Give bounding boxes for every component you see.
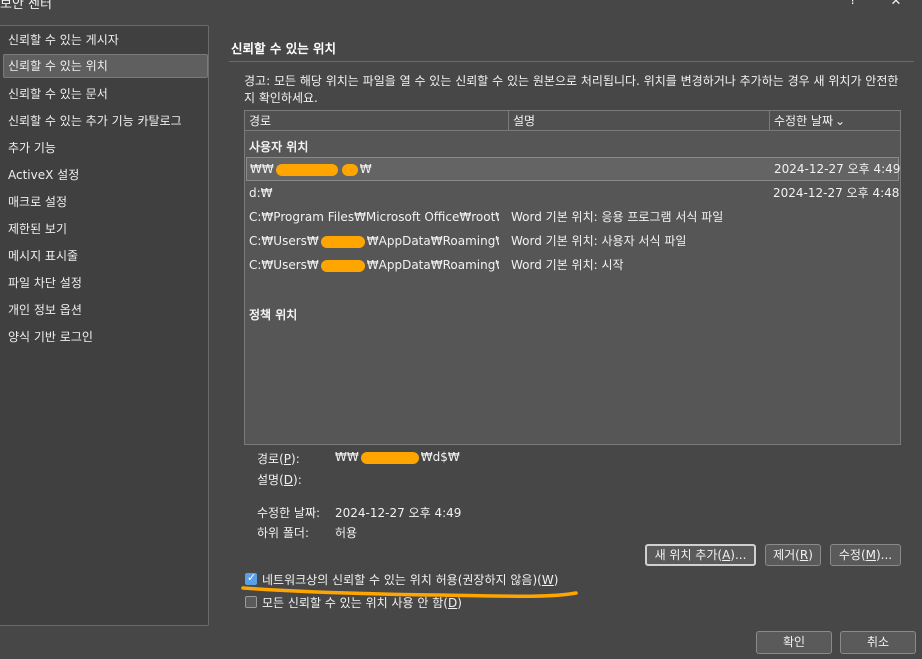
- cancel-button[interactable]: 취소: [840, 631, 916, 654]
- divider: [229, 61, 914, 62]
- row-modified: 2024-12-27 오후 4:48: [773, 186, 899, 200]
- disable-all-locations-label[interactable]: 모든 신뢰할 수 있는 위치 사용 안 함(D): [262, 594, 462, 611]
- row-path: C:₩Users₩₩AppData₩Roaming₩Micr: [249, 258, 499, 272]
- sort-chevron-icon: ⌄: [835, 114, 846, 128]
- column-header-modified[interactable]: 수정한 날짜 ⌄: [770, 111, 900, 131]
- table-row[interactable]: ₩₩ ₩ 2024-12-27 오후 4:49: [246, 157, 900, 181]
- sidebar-item-message-bar[interactable]: 메시지 표시줄: [3, 244, 208, 268]
- row-path: d:₩: [249, 186, 273, 200]
- sidebar-item-trusted-addin-catalogs[interactable]: 신뢰할 수 있는 추가 기능 카탈로그: [3, 109, 208, 133]
- ok-button[interactable]: 확인: [756, 631, 832, 654]
- add-new-location-button[interactable]: 새 위치 추가(A)...: [645, 544, 756, 566]
- close-icon[interactable]: ✕: [886, 0, 906, 9]
- title-bar: 보안 센터 ? ✕: [0, 0, 922, 12]
- modify-button[interactable]: 수정(M)...: [830, 544, 901, 566]
- redaction-mark: [320, 235, 365, 248]
- table-row[interactable]: C:₩Program Files₩Microsoft Office₩root₩T…: [246, 205, 899, 229]
- trusted-locations-list[interactable]: 경로 설명 수정한 날짜 ⌄ 사용자 위치 ₩₩ ₩ 2024-12-27 오후 4…: [244, 110, 901, 445]
- sidebar-item-privacy[interactable]: 개인 정보 옵션: [3, 298, 208, 322]
- sidebar-item-trusted-locations[interactable]: 신뢰할 수 있는 위치: [3, 54, 208, 78]
- column-header-description[interactable]: 설명: [509, 111, 770, 131]
- disable-all-locations-checkbox[interactable]: [245, 596, 257, 608]
- redaction-mark: [320, 259, 365, 272]
- row-modified: 2024-12-27 오후 4:49: [774, 162, 900, 176]
- redaction-mark: [341, 163, 358, 176]
- table-row[interactable]: C:₩Users₩₩AppData₩Roaming₩Micr Word 기본 위…: [246, 253, 899, 277]
- sidebar-item-protected-view[interactable]: 제한된 보기: [3, 217, 208, 241]
- sidebar: 신뢰할 수 있는 게시자 신뢰할 수 있는 위치 신뢰할 수 있는 문서 신뢰할…: [0, 25, 209, 626]
- group-header-policy-locations: 정책 위치: [249, 308, 298, 322]
- modified-value: 2024-12-27 오후 4:49: [335, 506, 462, 520]
- window-title: 보안 센터: [0, 0, 52, 12]
- group-header-user-locations: 사용자 위치: [249, 140, 309, 154]
- help-icon[interactable]: ?: [846, 0, 860, 8]
- warning-text: 경고: 모든 해당 위치는 파일을 열 수 있는 신뢰할 수 있는 원본으로 처…: [244, 74, 899, 105]
- table-row[interactable]: C:₩Users₩₩AppData₩Roaming₩Micr Word 기본 위…: [246, 229, 899, 253]
- subfolders-value: 허용: [335, 526, 358, 540]
- sidebar-item-addins[interactable]: 추가 기능: [3, 136, 208, 160]
- row-description: Word 기본 위치: 응용 프로그램 서식 파일: [511, 210, 724, 224]
- row-path: C:₩Users₩₩AppData₩Roaming₩Micr: [249, 234, 499, 248]
- row-path: ₩₩ ₩: [250, 162, 372, 176]
- redaction-mark: [275, 163, 338, 176]
- column-header-path[interactable]: 경로: [245, 111, 509, 131]
- sidebar-item-trusted-publishers[interactable]: 신뢰할 수 있는 게시자: [3, 28, 208, 52]
- table-row[interactable]: d:₩ 2024-12-27 오후 4:48: [246, 181, 899, 205]
- row-description: Word 기본 위치: 사용자 서식 파일: [511, 234, 687, 248]
- subfolders-label: 하위 폴더:: [257, 526, 310, 540]
- sidebar-item-form-signin[interactable]: 양식 기반 로그인: [3, 325, 208, 349]
- sidebar-item-file-block[interactable]: 파일 차단 설정: [3, 271, 208, 295]
- row-description: Word 기본 위치: 시작: [511, 258, 624, 272]
- sidebar-item-trusted-documents[interactable]: 신뢰할 수 있는 문서: [3, 82, 208, 106]
- page-title: 신뢰할 수 있는 위치: [231, 41, 337, 56]
- path-label: 경로(P):: [257, 452, 300, 466]
- modified-label: 수정한 날짜:: [257, 506, 321, 520]
- description-label: 설명(D):: [257, 473, 302, 487]
- remove-button[interactable]: 제거(R): [765, 544, 821, 566]
- path-value: ₩₩ ₩d$₩: [335, 450, 460, 464]
- redaction-mark: [360, 451, 419, 464]
- row-path: C:₩Program Files₩Microsoft Office₩root₩T…: [249, 210, 499, 224]
- sidebar-item-macro[interactable]: 매크로 설정: [3, 190, 208, 214]
- sidebar-item-activex[interactable]: ActiveX 설정: [3, 163, 208, 187]
